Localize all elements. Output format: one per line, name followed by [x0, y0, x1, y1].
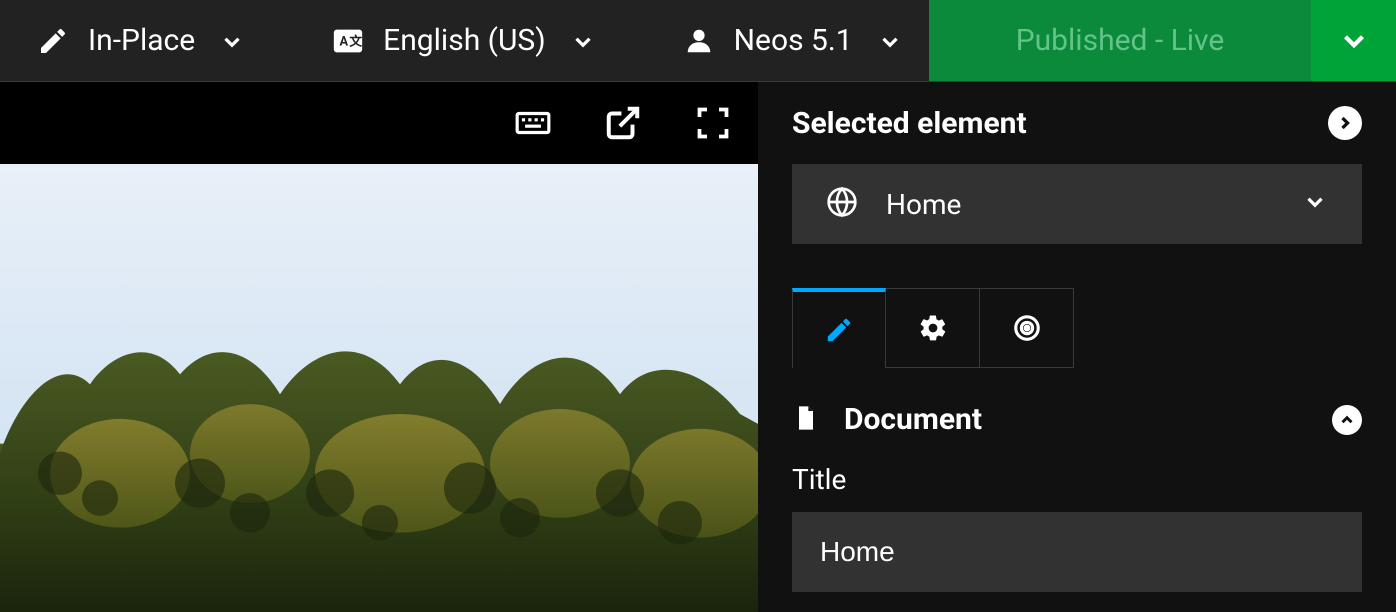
- chevron-down-icon: [877, 29, 901, 53]
- inspector-panel: Selected element Home: [758, 82, 1396, 612]
- chevron-down-icon: [1337, 24, 1371, 58]
- content-area: [0, 82, 758, 612]
- top-toolbar: In-Place A文 English (US) Neos 5.1 Publis…: [0, 0, 1396, 82]
- document-icon: [792, 403, 820, 437]
- user-selector[interactable]: Neos 5.1: [622, 0, 929, 81]
- edit-mode-selector[interactable]: In-Place: [0, 0, 271, 81]
- chevron-down-icon: [219, 29, 243, 53]
- open-external-button[interactable]: [604, 104, 642, 142]
- node-type-selector[interactable]: Home: [792, 164, 1362, 244]
- section-header-document[interactable]: Document: [792, 402, 1362, 437]
- chevron-down-icon: [570, 29, 594, 53]
- preview-trees: [0, 325, 758, 612]
- globe-icon: [826, 186, 858, 222]
- preview-frame[interactable]: [0, 164, 758, 612]
- title-field-input[interactable]: [792, 512, 1362, 592]
- pencil-icon: [824, 315, 854, 345]
- fullscreen-icon: [695, 105, 731, 141]
- node-type-info: Home: [826, 186, 961, 222]
- tab-edit[interactable]: [792, 288, 886, 368]
- svg-text:A: A: [340, 34, 349, 49]
- content-toolbar: [0, 82, 758, 164]
- chevron-up-icon: [1338, 411, 1356, 429]
- publish-label: Published - Live: [1016, 23, 1225, 58]
- inspector-header: Selected element: [792, 82, 1362, 164]
- tab-settings[interactable]: [886, 288, 980, 368]
- chevron-right-icon: [1335, 113, 1355, 133]
- inspector-tabs: [758, 288, 1362, 368]
- section-title: Document: [844, 402, 982, 437]
- language-icon: A文: [331, 24, 365, 58]
- tab-seo[interactable]: [980, 288, 1074, 368]
- language-selector[interactable]: A文 English (US): [271, 0, 621, 81]
- edit-mode-label: In-Place: [88, 23, 195, 58]
- title-field-label: Title: [792, 463, 1362, 496]
- language-label: English (US): [383, 23, 545, 58]
- publish-dropdown-button[interactable]: [1311, 0, 1396, 81]
- keyboard-icon: [514, 103, 552, 143]
- user-icon: [682, 24, 716, 58]
- keyboard-shortcuts-button[interactable]: [514, 104, 552, 142]
- pencil-icon: [36, 24, 70, 58]
- workspace-body: Selected element Home: [0, 82, 1396, 612]
- gear-icon: [918, 313, 948, 343]
- target-icon: [1012, 313, 1042, 343]
- inspector-collapse-button[interactable]: [1328, 106, 1362, 140]
- chevron-down-icon: [1302, 189, 1328, 219]
- external-link-icon: [604, 104, 642, 142]
- section-collapse-button[interactable]: [1332, 405, 1362, 435]
- user-label: Neos 5.1: [734, 23, 853, 58]
- fullscreen-button[interactable]: [694, 104, 732, 142]
- inspector-title: Selected element: [792, 106, 1027, 141]
- svg-text:文: 文: [350, 33, 363, 49]
- publish-button[interactable]: Published - Live: [929, 0, 1312, 81]
- node-type-name: Home: [886, 188, 961, 221]
